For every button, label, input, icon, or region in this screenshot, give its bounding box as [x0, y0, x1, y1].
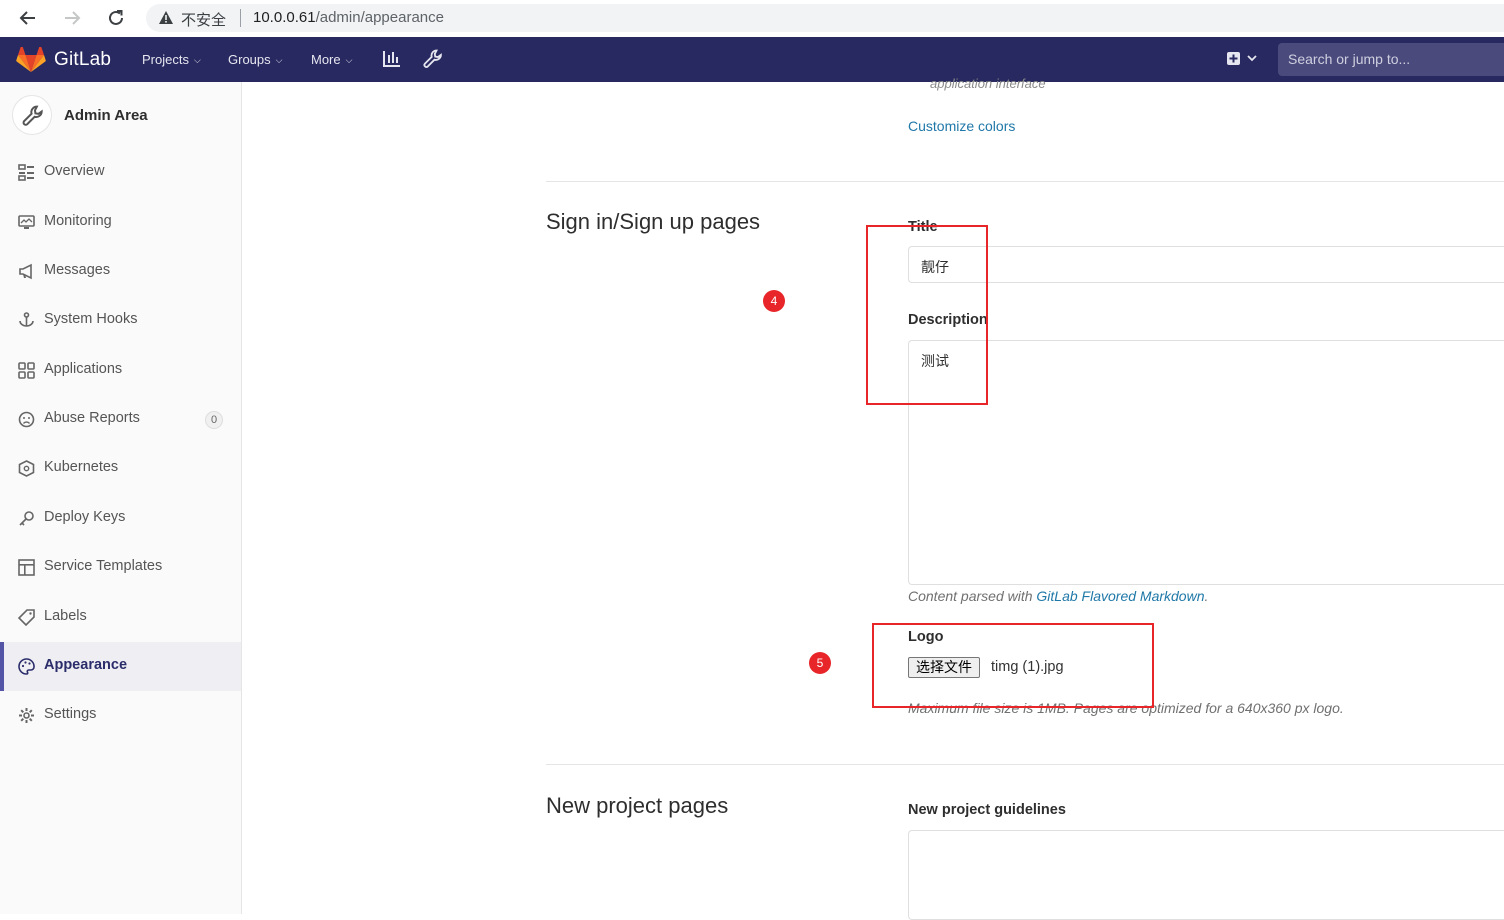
- reload-icon: [109, 10, 123, 25]
- annotation-box-4: [866, 225, 988, 405]
- address-separator: [240, 9, 241, 27]
- annotation-badge-5: 5: [809, 652, 831, 674]
- gitlab-brand[interactable]: GitLab: [54, 49, 111, 71]
- search-box[interactable]: [1278, 43, 1504, 76]
- key-icon: [19, 511, 34, 526]
- admin-wrench-icon: [22, 105, 43, 126]
- chevron-down-icon: ⌵: [193, 55, 201, 65]
- signin-section-title: Sign in/Sign up pages: [546, 209, 761, 234]
- monitor-icon: [18, 215, 35, 229]
- sidebar-item-label: Appearance: [44, 657, 128, 673]
- nav-groups[interactable]: Groups ⌵: [228, 52, 282, 67]
- sidebar-title: Admin Area: [64, 107, 148, 124]
- top-navbar: GitLab Projects ⌵ Groups ⌵ More ⌵: [0, 37, 1504, 82]
- customize-colors-link[interactable]: Customize colors: [908, 118, 1015, 134]
- sidebar-item-label: Kubernetes: [44, 459, 119, 475]
- sidebar-item-label: Overview: [44, 163, 105, 179]
- nav-more[interactable]: More ⌵: [311, 52, 352, 67]
- sidebar-item-messages[interactable]: Messages: [0, 247, 241, 296]
- new-project-guidelines-textarea[interactable]: [908, 830, 1504, 920]
- sidebar-item-appearance[interactable]: Appearance: [0, 642, 241, 691]
- nav-groups-label: Groups: [228, 52, 271, 67]
- sidebar-item-deploy-keys[interactable]: Deploy Keys: [0, 494, 241, 543]
- admin-wrench-icon[interactable]: [423, 49, 443, 69]
- abuse-count-badge: 0: [205, 411, 223, 429]
- megaphone-icon: [19, 263, 32, 280]
- sidebar-item-abuse-reports[interactable]: Abuse Reports 0: [0, 395, 241, 444]
- kubernetes-icon: [18, 460, 35, 477]
- header-description-fragment: application interface: [930, 76, 1046, 91]
- forward-arrow-icon: [65, 11, 81, 25]
- url-text: 10.0.0.61/admin/appearance: [253, 9, 444, 26]
- url-host: 10.0.0.61: [253, 9, 316, 26]
- sidebar-item-service-templates[interactable]: Service Templates: [0, 543, 241, 592]
- abuse-icon: [18, 411, 35, 428]
- search-input[interactable]: [1278, 43, 1504, 75]
- new-project-section-title: New project pages: [546, 793, 729, 818]
- title-input[interactable]: 靓仔: [908, 246, 1504, 283]
- sidebar-item-label: System Hooks: [44, 311, 138, 327]
- annotation-box-5: [872, 623, 1154, 708]
- activity-chart-icon[interactable]: [382, 49, 401, 69]
- section-divider: [546, 764, 1504, 765]
- label-icon: [18, 609, 35, 626]
- hook-icon: [19, 312, 34, 327]
- sidebar-item-overview[interactable]: Overview: [0, 148, 241, 197]
- section-divider: [546, 181, 1504, 182]
- chevron-down-icon: ⌵: [345, 55, 353, 65]
- sidebar-item-label: Abuse Reports: [44, 410, 140, 426]
- sidebar-item-applications[interactable]: Applications: [0, 346, 241, 395]
- sidebar-item-label: Monitoring: [44, 213, 112, 229]
- markdown-help-suffix: .: [1204, 588, 1209, 604]
- back-button[interactable]: [15, 6, 41, 30]
- sidebar-item-label: Deploy Keys: [44, 509, 126, 525]
- applications-icon: [18, 362, 35, 379]
- new-project-guidelines-label: New project guidelines: [908, 802, 1066, 818]
- sidebar-item-kubernetes[interactable]: Kubernetes: [0, 444, 241, 493]
- reload-button[interactable]: [103, 6, 129, 30]
- sidebar-item-label: Settings: [44, 706, 97, 722]
- nav-more-label: More: [311, 52, 341, 67]
- plus-square-icon: [1227, 52, 1257, 65]
- chevron-down-icon: ⌵: [275, 55, 283, 65]
- admin-sidebar: Admin Area Overview Monitoring Messages …: [0, 82, 242, 914]
- sidebar-item-labels[interactable]: Labels: [0, 593, 241, 642]
- overview-icon: [18, 164, 34, 181]
- sidebar-header[interactable]: Admin Area: [0, 82, 241, 148]
- description-textarea[interactable]: 测试: [908, 340, 1504, 585]
- sidebar-item-label: Messages: [44, 262, 111, 278]
- sidebar-item-label: Labels: [44, 608, 87, 624]
- url-path: /admin/appearance: [315, 9, 444, 26]
- security-status: 不安全: [181, 11, 227, 29]
- sidebar-item-label: Applications: [44, 361, 123, 377]
- markdown-help-link[interactable]: GitLab Flavored Markdown: [1036, 588, 1204, 604]
- new-item-dropdown[interactable]: [1226, 51, 1260, 72]
- markdown-help-text: Content parsed with GitLab Flavored Mark…: [908, 588, 1208, 604]
- back-arrow-icon: [19, 11, 35, 25]
- markdown-help-prefix: Content parsed with: [908, 588, 1037, 604]
- palette-icon: [18, 658, 35, 675]
- nav-projects[interactable]: Projects ⌵: [142, 52, 201, 67]
- sidebar-item-label: Service Templates: [44, 558, 163, 574]
- gitlab-logo-icon[interactable]: [16, 47, 46, 73]
- admin-avatar: [12, 95, 52, 135]
- template-icon: [18, 559, 35, 576]
- sidebar-item-monitoring[interactable]: Monitoring: [0, 198, 241, 247]
- forward-button[interactable]: [59, 6, 85, 30]
- annotation-badge-4: 4: [763, 290, 785, 312]
- sidebar-item-settings[interactable]: Settings: [0, 691, 241, 740]
- address-bar[interactable]: 不安全 10.0.0.61/admin/appearance: [146, 4, 1504, 32]
- gear-icon: [19, 708, 34, 723]
- browser-toolbar: 不安全 10.0.0.61/admin/appearance: [0, 0, 1504, 38]
- nav-projects-label: Projects: [142, 52, 189, 67]
- warning-icon: [159, 11, 173, 24]
- sidebar-item-system-hooks[interactable]: System Hooks: [0, 296, 241, 345]
